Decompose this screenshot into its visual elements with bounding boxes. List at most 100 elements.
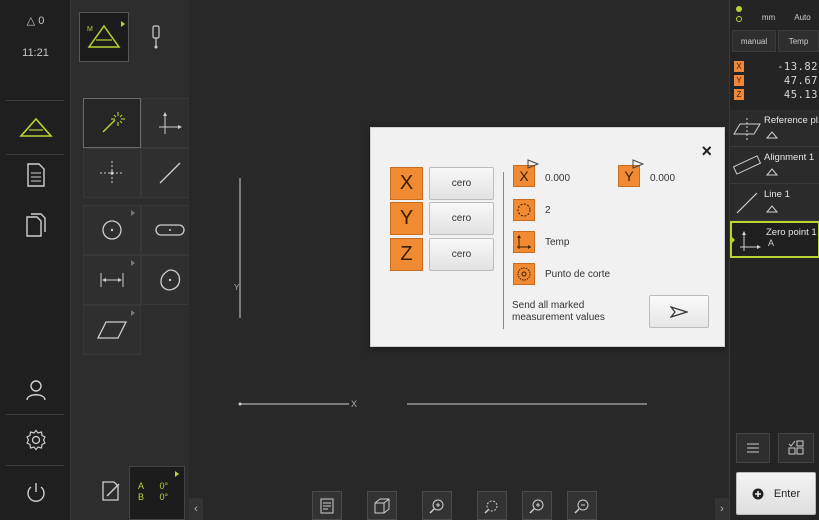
- angle-status[interactable]: A 0° B 0°: [129, 466, 185, 520]
- line-icon: [736, 192, 758, 214]
- feature-name: Zero point 1: [766, 227, 817, 238]
- freeform-icon: [160, 269, 181, 291]
- zero-point-dialog: × X cero Y cero Z cero X 0.000 Y 0.000 2…: [370, 127, 725, 347]
- axis-y-tag: Y: [734, 75, 744, 86]
- chevron-left-icon: ‹: [194, 503, 198, 515]
- position-x: X -13.82: [734, 60, 818, 73]
- main-menu: △ 0 11:21: [0, 0, 71, 520]
- triangle-icon: [766, 205, 778, 213]
- feature-sub: A: [768, 238, 775, 248]
- nav-settings[interactable]: [0, 415, 71, 465]
- list-document-icon: [320, 498, 334, 513]
- tool-point[interactable]: [83, 148, 141, 198]
- magic-wand-icon: [102, 112, 125, 133]
- files-icon: [25, 213, 46, 237]
- feature-name: Reference pl.: [764, 115, 819, 126]
- app-root: △ 0 11:21 M A 0° B 0° Y X ‹ › mm Auto ma…: [0, 0, 819, 520]
- tool-palette: M A 0° B 0°: [71, 0, 199, 520]
- coordinate-system-icon-box: [513, 231, 535, 253]
- line-icon: [159, 162, 181, 184]
- angle-b-value: 0°: [159, 492, 169, 502]
- checklist-icon: [788, 440, 804, 455]
- coordinate-system-label: Temp: [545, 237, 570, 248]
- auto-mode-button[interactable]: Auto: [786, 6, 819, 28]
- separator: [503, 172, 504, 329]
- probe-button[interactable]: [131, 12, 181, 62]
- alignment-icon: [732, 155, 762, 175]
- unit-length-button[interactable]: mm: [752, 6, 785, 28]
- temp-button[interactable]: Temp: [778, 30, 819, 52]
- close-icon[interactable]: ×: [701, 142, 712, 160]
- points-count: 2: [545, 205, 551, 216]
- coordinate-system-icon: [159, 112, 182, 134]
- manual-mode-button[interactable]: manual: [732, 30, 776, 52]
- expand-inspector-button[interactable]: ›: [715, 498, 729, 520]
- feature-name: Line 1: [764, 189, 790, 200]
- tool-measure-magic[interactable]: [83, 98, 141, 148]
- send-description-line1: Send all marked: [512, 300, 585, 311]
- hamburger-icon: [747, 443, 759, 453]
- power-icon: [26, 483, 45, 502]
- enter-label: Enter: [773, 487, 801, 500]
- manual-measure-icon: M: [87, 21, 125, 48]
- zoom-in-button[interactable]: [522, 491, 552, 520]
- feature-line[interactable]: Line 1: [730, 184, 819, 221]
- menu-button[interactable]: [736, 433, 770, 463]
- tool-plane[interactable]: [83, 305, 141, 355]
- enter-button[interactable]: Enter: [736, 472, 816, 515]
- tool-distance[interactable]: [83, 255, 141, 305]
- zero-point-icon: [740, 231, 761, 251]
- zoom-in-icon: [529, 499, 544, 514]
- axis-z-button[interactable]: Z: [390, 238, 423, 271]
- cube-icon: [374, 498, 390, 513]
- position-y: Y 47.67: [734, 74, 818, 87]
- select-all-button[interactable]: [778, 433, 814, 463]
- collapse-palette-button[interactable]: ‹: [189, 498, 203, 520]
- feature-reference-plane[interactable]: Reference pl.: [730, 110, 819, 147]
- position-z-value: 45.13: [783, 88, 818, 101]
- axis-x-button[interactable]: X: [390, 167, 423, 200]
- zoom-out-button[interactable]: [567, 491, 597, 520]
- zoom-fit-button[interactable]: [422, 491, 452, 520]
- feature-alignment[interactable]: Alignment 1: [730, 147, 819, 184]
- notes-edit-icon: [102, 481, 120, 501]
- axis-y-button[interactable]: Y: [390, 202, 423, 235]
- axis-z-tag: Z: [734, 89, 744, 100]
- nav-user[interactable]: [0, 365, 71, 415]
- zoom-selection-button[interactable]: [477, 491, 507, 520]
- triangle-icon: [766, 131, 778, 139]
- zero-y-button[interactable]: cero: [429, 202, 494, 235]
- dashed-circle-icon: [517, 203, 531, 217]
- tool-circle[interactable]: [83, 205, 141, 255]
- nav-power[interactable]: [0, 468, 71, 518]
- axis-x-tag: X: [734, 61, 744, 72]
- point-icon: [100, 161, 124, 185]
- measure-mode-button[interactable]: M: [79, 12, 129, 62]
- zoom-selection-icon: [484, 500, 498, 514]
- position-x-value: -13.82: [777, 60, 818, 73]
- coordinate-system-icon: [517, 235, 531, 249]
- send-flag-icon: [632, 159, 644, 169]
- y-value: 0.000: [650, 173, 676, 184]
- feature-zero-point[interactable]: Zero point 1 A: [730, 221, 819, 258]
- view-3d-button[interactable]: [367, 491, 397, 520]
- send-button[interactable]: [649, 295, 709, 328]
- user-icon: [25, 380, 46, 401]
- send-arrow-icon: [670, 305, 688, 318]
- svg-text:M: M: [87, 26, 93, 33]
- intersection-icon: [517, 267, 531, 281]
- reference-plane-icon: [733, 118, 761, 140]
- zero-z-button[interactable]: cero: [429, 238, 494, 271]
- nav-file-management[interactable]: [0, 200, 71, 250]
- gear-icon: [25, 429, 46, 451]
- clock: 11:21: [22, 47, 49, 59]
- nav-measure[interactable]: [0, 103, 71, 153]
- position-z: Z 45.13: [734, 88, 818, 101]
- zero-x-button[interactable]: cero: [429, 167, 494, 200]
- probe-icon: [152, 25, 160, 49]
- feature-list-button[interactable]: [312, 491, 342, 520]
- angle-b-label: B: [138, 492, 145, 502]
- nav-protocol[interactable]: [0, 150, 71, 200]
- construction-label: Punto de corte: [545, 269, 611, 280]
- warnings-count[interactable]: △ 0: [0, 14, 71, 27]
